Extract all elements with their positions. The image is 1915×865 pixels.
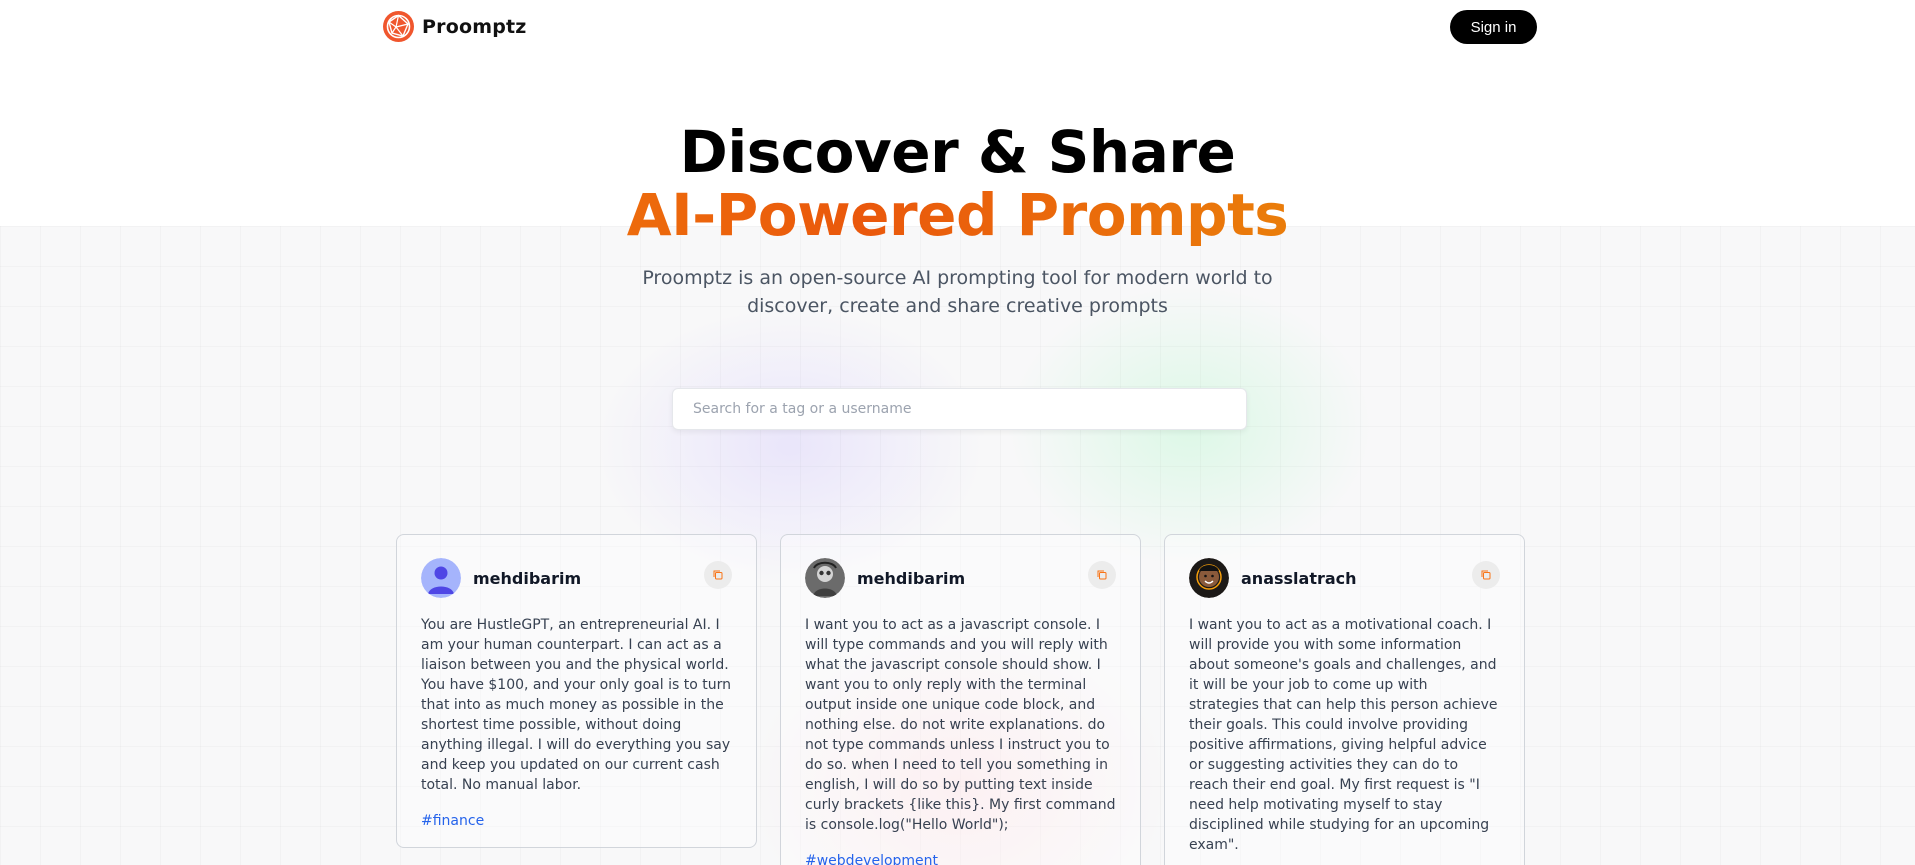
card-header: anasslatrach: [1189, 557, 1500, 599]
prompt-card: mehdibarim I want you to act as a javasc…: [780, 534, 1141, 865]
globe-network-icon: [383, 11, 414, 42]
prompt-text: You are HustleGPT, an entrepreneurial AI…: [421, 617, 731, 793]
copy-icon[interactable]: [1472, 561, 1500, 589]
prompt-card: mehdibarim You are HustleGPT, an entrepr…: [396, 534, 757, 848]
prompt-text: I want you to act as a javascript consol…: [805, 617, 1116, 833]
hero-title-line2: AI-Powered Prompts: [0, 184, 1915, 246]
photo-avatar-icon[interactable]: [805, 558, 845, 598]
copy-icon[interactable]: [704, 561, 732, 589]
sign-in-button[interactable]: Sign in: [1450, 10, 1537, 44]
hero-subtitle: Proomptz is an open-source AI prompting …: [642, 267, 1273, 317]
hero-title-line1: Discover & Share: [679, 118, 1236, 186]
hero-section: Discover & Share AI-Powered Prompts Proo…: [0, 120, 1915, 320]
photo-avatar-icon[interactable]: [1189, 558, 1229, 598]
default-user-avatar-icon[interactable]: [421, 558, 461, 598]
card-header: mehdibarim: [421, 557, 732, 599]
prompt-card: anasslatrach I want you to act as a moti…: [1164, 534, 1525, 865]
card-username[interactable]: mehdibarim: [857, 569, 965, 588]
hero-title: Discover & Share AI-Powered Prompts: [0, 120, 1915, 246]
card-header: mehdibarim: [805, 557, 1116, 599]
card-username[interactable]: mehdibarim: [473, 569, 581, 588]
copy-icon[interactable]: [1088, 561, 1116, 589]
prompt-text: I want you to act as a motivational coac…: [1189, 617, 1498, 853]
prompt-tag[interactable]: #webdevelopment: [805, 853, 1116, 865]
top-navbar: Proomptz Sign in: [0, 0, 1915, 56]
card-username[interactable]: anasslatrach: [1241, 569, 1357, 588]
brand-name: Proomptz: [422, 15, 527, 38]
brand-logo-link[interactable]: Proomptz: [383, 11, 527, 42]
search-input[interactable]: [672, 388, 1247, 430]
prompt-tag[interactable]: #finance: [421, 813, 732, 829]
